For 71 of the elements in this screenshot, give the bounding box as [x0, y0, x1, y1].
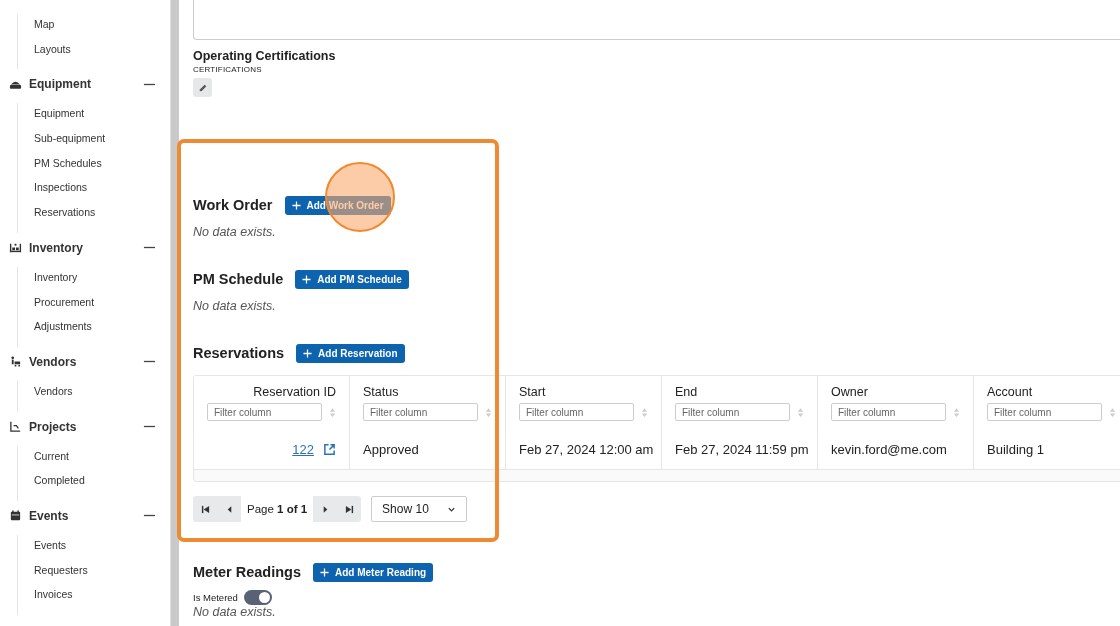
pencil-icon: [197, 82, 208, 93]
sidebar-item[interactable]: Vendors: [34, 380, 170, 406]
sidebar-group-heading[interactable]: Inventory: [29, 240, 143, 255]
plus-icon: [303, 348, 313, 358]
section-title: Meter Readings: [193, 564, 301, 580]
table-cell: Building 1: [987, 441, 1045, 457]
column-header[interactable]: Account: [987, 385, 1120, 403]
column-header[interactable]: Reservation ID: [207, 385, 349, 403]
sidebar-group-heading[interactable]: Events: [29, 508, 143, 523]
first-page-button[interactable]: [193, 496, 217, 522]
sidebar-item[interactable]: Procurement: [34, 291, 170, 317]
table-cell: kevin.ford@me.com: [831, 441, 947, 457]
section-title: Operating Certifications: [193, 49, 337, 63]
sidebar-item[interactable]: PM Schedules: [34, 152, 170, 178]
table-cell: Feb 27, 2024 11:59 pm: [675, 441, 809, 457]
page-indicator: Page 1 of 1: [246, 503, 309, 515]
sidebar-item[interactable]: Reservations: [34, 202, 170, 227]
sidebar-item[interactable]: Inspections: [34, 177, 170, 203]
edit-button[interactable]: [193, 78, 212, 97]
sidebar-item[interactable]: Map: [34, 14, 170, 39]
plus-icon: [291, 200, 301, 210]
sidebar-group-heading[interactable]: Projects: [29, 419, 143, 434]
section-title: PM Schedule: [193, 271, 284, 287]
filter-field[interactable]: Filter column: [987, 403, 1102, 421]
sidebar-item[interactable]: Current: [34, 445, 170, 471]
sidebar-item[interactable]: Completed: [34, 470, 170, 495]
reservation-link[interactable]: 122: [292, 441, 314, 457]
field-label: CERTIFICATIONS: [193, 65, 263, 74]
warehouse-icon: [9, 241, 22, 255]
empty-message: No data exists.: [193, 225, 277, 241]
last-page-icon: [344, 504, 354, 514]
calendar-icon: [9, 509, 22, 523]
first-page-icon: [200, 504, 210, 514]
add-button[interactable]: Add PM Schedule: [295, 269, 409, 289]
table-cell: Feb 27, 2024 12:00 am: [519, 441, 654, 457]
column-header[interactable]: End: [675, 385, 817, 403]
scrollbar[interactable]: [170, 0, 179, 626]
sidebar-item[interactable]: Inventory: [34, 266, 170, 292]
column-header[interactable]: Start: [519, 385, 661, 403]
filter-field[interactable]: Filter column: [675, 403, 790, 421]
sidebar-item[interactable]: Layouts: [34, 38, 170, 64]
sidebar-group-heading[interactable]: Vendors: [29, 354, 143, 369]
empty-message: No data exists.: [193, 605, 277, 621]
plus-icon: [302, 274, 312, 284]
plus-icon: [320, 567, 329, 577]
add-button[interactable]: Add Meter Reading: [313, 562, 434, 582]
column-header[interactable]: Status: [363, 385, 505, 403]
filter-field[interactable]: Filter column: [363, 403, 478, 421]
chart-icon: [9, 420, 22, 434]
toggle-label: Is Metered: [193, 592, 238, 603]
sidebar-item[interactable]: Invoices: [34, 584, 170, 609]
page-size-select[interactable]: Show 10: [371, 496, 468, 522]
sidebar-item[interactable]: Adjustments: [34, 316, 170, 341]
section-title: Work Order: [193, 197, 273, 213]
table-cell: Approved: [363, 441, 419, 457]
toggle-switch[interactable]: [243, 590, 272, 605]
filter-field[interactable]: Filter column: [519, 403, 634, 421]
last-page-button[interactable]: [337, 496, 362, 522]
sidebar-group-heading[interactable]: Equipment: [29, 77, 143, 92]
external-link-icon[interactable]: [323, 442, 336, 456]
filter-field[interactable]: Filter column: [207, 403, 322, 421]
person-cart-icon: [9, 355, 22, 369]
column-header[interactable]: Owner: [831, 385, 973, 403]
empty-message: No data exists.: [193, 299, 277, 315]
filter-field[interactable]: Filter column: [831, 403, 946, 421]
sidebar-item[interactable]: Sub-equipment: [34, 128, 170, 153]
add-button[interactable]: Add Reservation: [296, 343, 405, 363]
section-title: Reservations: [193, 345, 285, 361]
sidebar-item[interactable]: Events: [34, 534, 170, 560]
sidebar-item[interactable]: Requesters: [34, 559, 170, 585]
sidebar-item[interactable]: Equipment: [34, 103, 170, 129]
